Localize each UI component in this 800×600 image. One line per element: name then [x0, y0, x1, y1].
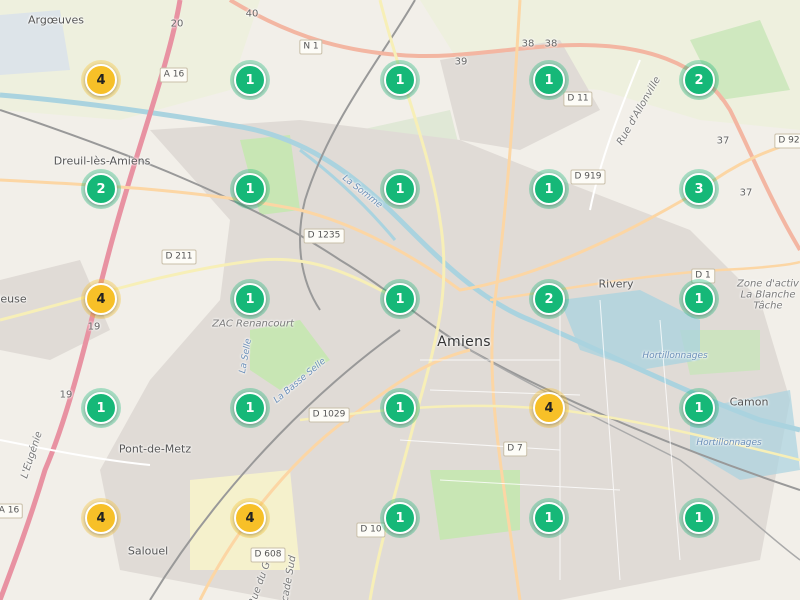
road-shield: D 919: [570, 169, 606, 185]
cluster-count: 4: [234, 502, 266, 534]
cluster-count: 1: [384, 283, 416, 315]
marker-cluster[interactable]: 2: [679, 60, 719, 100]
cluster-count: 2: [85, 173, 117, 205]
marker-cluster[interactable]: 1: [230, 279, 270, 319]
cluster-count: 1: [234, 173, 266, 205]
marker-cluster[interactable]: 1: [679, 279, 719, 319]
marker-cluster[interactable]: 4: [81, 60, 121, 100]
cluster-count: 1: [85, 392, 117, 424]
road-shield: D 11: [563, 91, 593, 107]
road-shield: D 92: [774, 133, 800, 149]
marker-cluster[interactable]: 1: [380, 388, 420, 428]
cluster-count: 1: [683, 392, 715, 424]
road-shield: D 211: [161, 249, 197, 265]
marker-cluster[interactable]: 1: [380, 60, 420, 100]
cluster-count: 1: [384, 64, 416, 96]
cluster-count: 1: [384, 392, 416, 424]
road-shield: D 608: [250, 547, 286, 563]
cluster-count: 2: [683, 64, 715, 96]
road-shield: N 1: [299, 39, 323, 55]
marker-cluster[interactable]: 1: [81, 388, 121, 428]
marker-cluster[interactable]: 1: [380, 498, 420, 538]
cluster-count: 1: [234, 392, 266, 424]
cluster-count: 2: [533, 283, 565, 315]
marker-cluster[interactable]: 1: [529, 169, 569, 209]
marker-cluster[interactable]: 1: [529, 60, 569, 100]
road-shield: D 1029: [308, 407, 350, 423]
road-shield: D 1235: [303, 228, 345, 244]
marker-cluster[interactable]: 1: [529, 498, 569, 538]
road-shield: A 16: [159, 67, 189, 83]
marker-cluster[interactable]: 1: [230, 169, 270, 209]
marker-cluster[interactable]: 1: [230, 60, 270, 100]
marker-cluster[interactable]: 4: [529, 388, 569, 428]
cluster-count: 4: [533, 392, 565, 424]
cluster-count: 1: [384, 173, 416, 205]
marker-cluster[interactable]: 2: [529, 279, 569, 319]
cluster-count: 1: [683, 502, 715, 534]
marker-cluster[interactable]: 1: [679, 498, 719, 538]
map-view[interactable]: Argœuves Dreuil-lès-Amiens Amiens Rivery…: [0, 0, 800, 600]
cluster-count: 1: [683, 283, 715, 315]
marker-cluster[interactable]: 4: [81, 498, 121, 538]
marker-cluster[interactable]: 4: [81, 279, 121, 319]
marker-cluster[interactable]: 1: [230, 388, 270, 428]
cluster-count: 1: [533, 502, 565, 534]
marker-cluster[interactable]: 1: [380, 279, 420, 319]
cluster-count: 1: [533, 64, 565, 96]
cluster-count: 4: [85, 64, 117, 96]
marker-cluster[interactable]: 3: [679, 169, 719, 209]
marker-cluster[interactable]: 2: [81, 169, 121, 209]
marker-cluster[interactable]: 1: [679, 388, 719, 428]
cluster-count: 1: [234, 283, 266, 315]
cluster-count: 1: [384, 502, 416, 534]
road-shield: A 16: [0, 503, 24, 519]
cluster-count: 1: [234, 64, 266, 96]
road-shield: D 7: [503, 441, 527, 457]
cluster-count: 4: [85, 502, 117, 534]
cluster-count: 1: [533, 173, 565, 205]
cluster-count: 4: [85, 283, 117, 315]
cluster-count: 3: [683, 173, 715, 205]
marker-cluster[interactable]: 1: [380, 169, 420, 209]
marker-cluster[interactable]: 4: [230, 498, 270, 538]
